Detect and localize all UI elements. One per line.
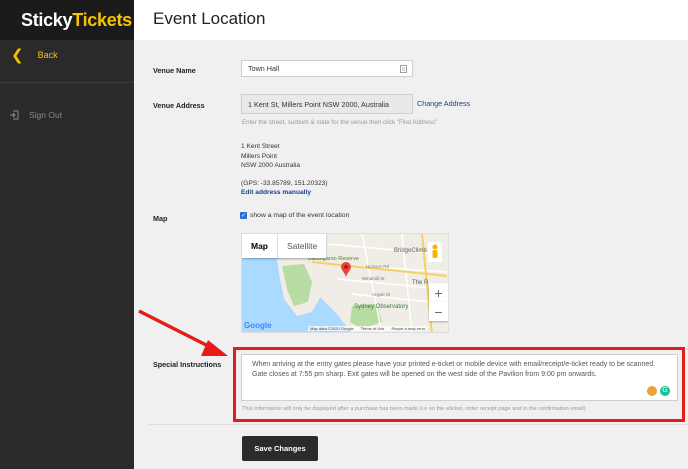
- highlight-box: [233, 347, 685, 422]
